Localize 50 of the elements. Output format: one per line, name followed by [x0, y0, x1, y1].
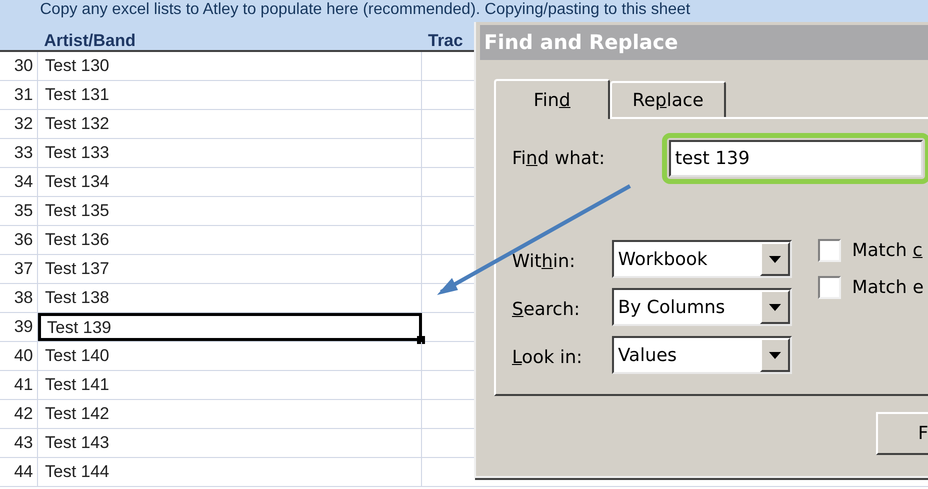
row-number: 38: [0, 284, 38, 312]
table-cell[interactable]: Test 141: [38, 371, 422, 399]
table-cell[interactable]: Test 139: [38, 313, 422, 341]
checkbox[interactable]: [818, 276, 841, 299]
row-number: 30: [0, 52, 38, 80]
row-number: 37: [0, 255, 38, 283]
table-cell[interactable]: Test 133: [38, 139, 422, 167]
table-cell[interactable]: Test 132: [38, 110, 422, 138]
row-number: 33: [0, 139, 38, 167]
table-cell[interactable]: Test 144: [38, 458, 422, 486]
table-cell[interactable]: Test 134: [38, 168, 422, 196]
dialog-button[interactable]: F: [876, 412, 928, 455]
field-label: Within:: [512, 250, 576, 274]
field-label: Search:: [512, 298, 580, 322]
table-cell[interactable]: Test 142: [38, 400, 422, 428]
row-number: 43: [0, 429, 38, 457]
row-number: 42: [0, 400, 38, 428]
table-cell[interactable]: Test 143: [38, 429, 422, 457]
table-cell[interactable]: Test 136: [38, 226, 422, 254]
table-cell[interactable]: Test 137: [38, 255, 422, 283]
checkbox-label: Match c: [852, 239, 923, 263]
dropdown[interactable]: Values: [612, 336, 792, 374]
column-header: Artist/Band: [44, 30, 136, 52]
dropdown[interactable]: By Columns: [612, 288, 792, 326]
row-number: 34: [0, 168, 38, 196]
checkbox[interactable]: [818, 239, 841, 262]
row-number: 35: [0, 197, 38, 225]
row-number: 44: [0, 458, 38, 486]
row-number: 31: [0, 81, 38, 109]
banner-text: Copy any excel lists to Atley to populate here (recommended). Copying/pasting to this sheet: [40, 2, 690, 18]
field-label: Find what:: [512, 147, 605, 171]
table-cell[interactable]: Test 135: [38, 197, 422, 225]
find-what-field[interactable]: test 139: [669, 140, 923, 177]
table-cell[interactable]: Test 130: [38, 52, 422, 80]
fill-handle[interactable]: [417, 336, 425, 344]
dialog-title: Find and Replace: [480, 25, 928, 60]
dialog-tab[interactable]: Find: [494, 79, 610, 119]
row-number: 40: [0, 342, 38, 370]
dialog-tab[interactable]: Replace: [610, 81, 726, 117]
checkbox-label: Match e: [852, 276, 924, 300]
row-number: 32: [0, 110, 38, 138]
row-number: 39: [0, 313, 38, 341]
column-header: Trac: [428, 30, 463, 52]
field-label: Look in:: [512, 346, 582, 370]
table-cell[interactable]: Test 131: [38, 81, 422, 109]
row-number: 41: [0, 371, 38, 399]
table-cell[interactable]: Test 138: [38, 284, 422, 312]
dropdown[interactable]: Workbook: [612, 240, 792, 278]
row-number: 36: [0, 226, 38, 254]
table-cell[interactable]: Test 140: [38, 342, 422, 370]
